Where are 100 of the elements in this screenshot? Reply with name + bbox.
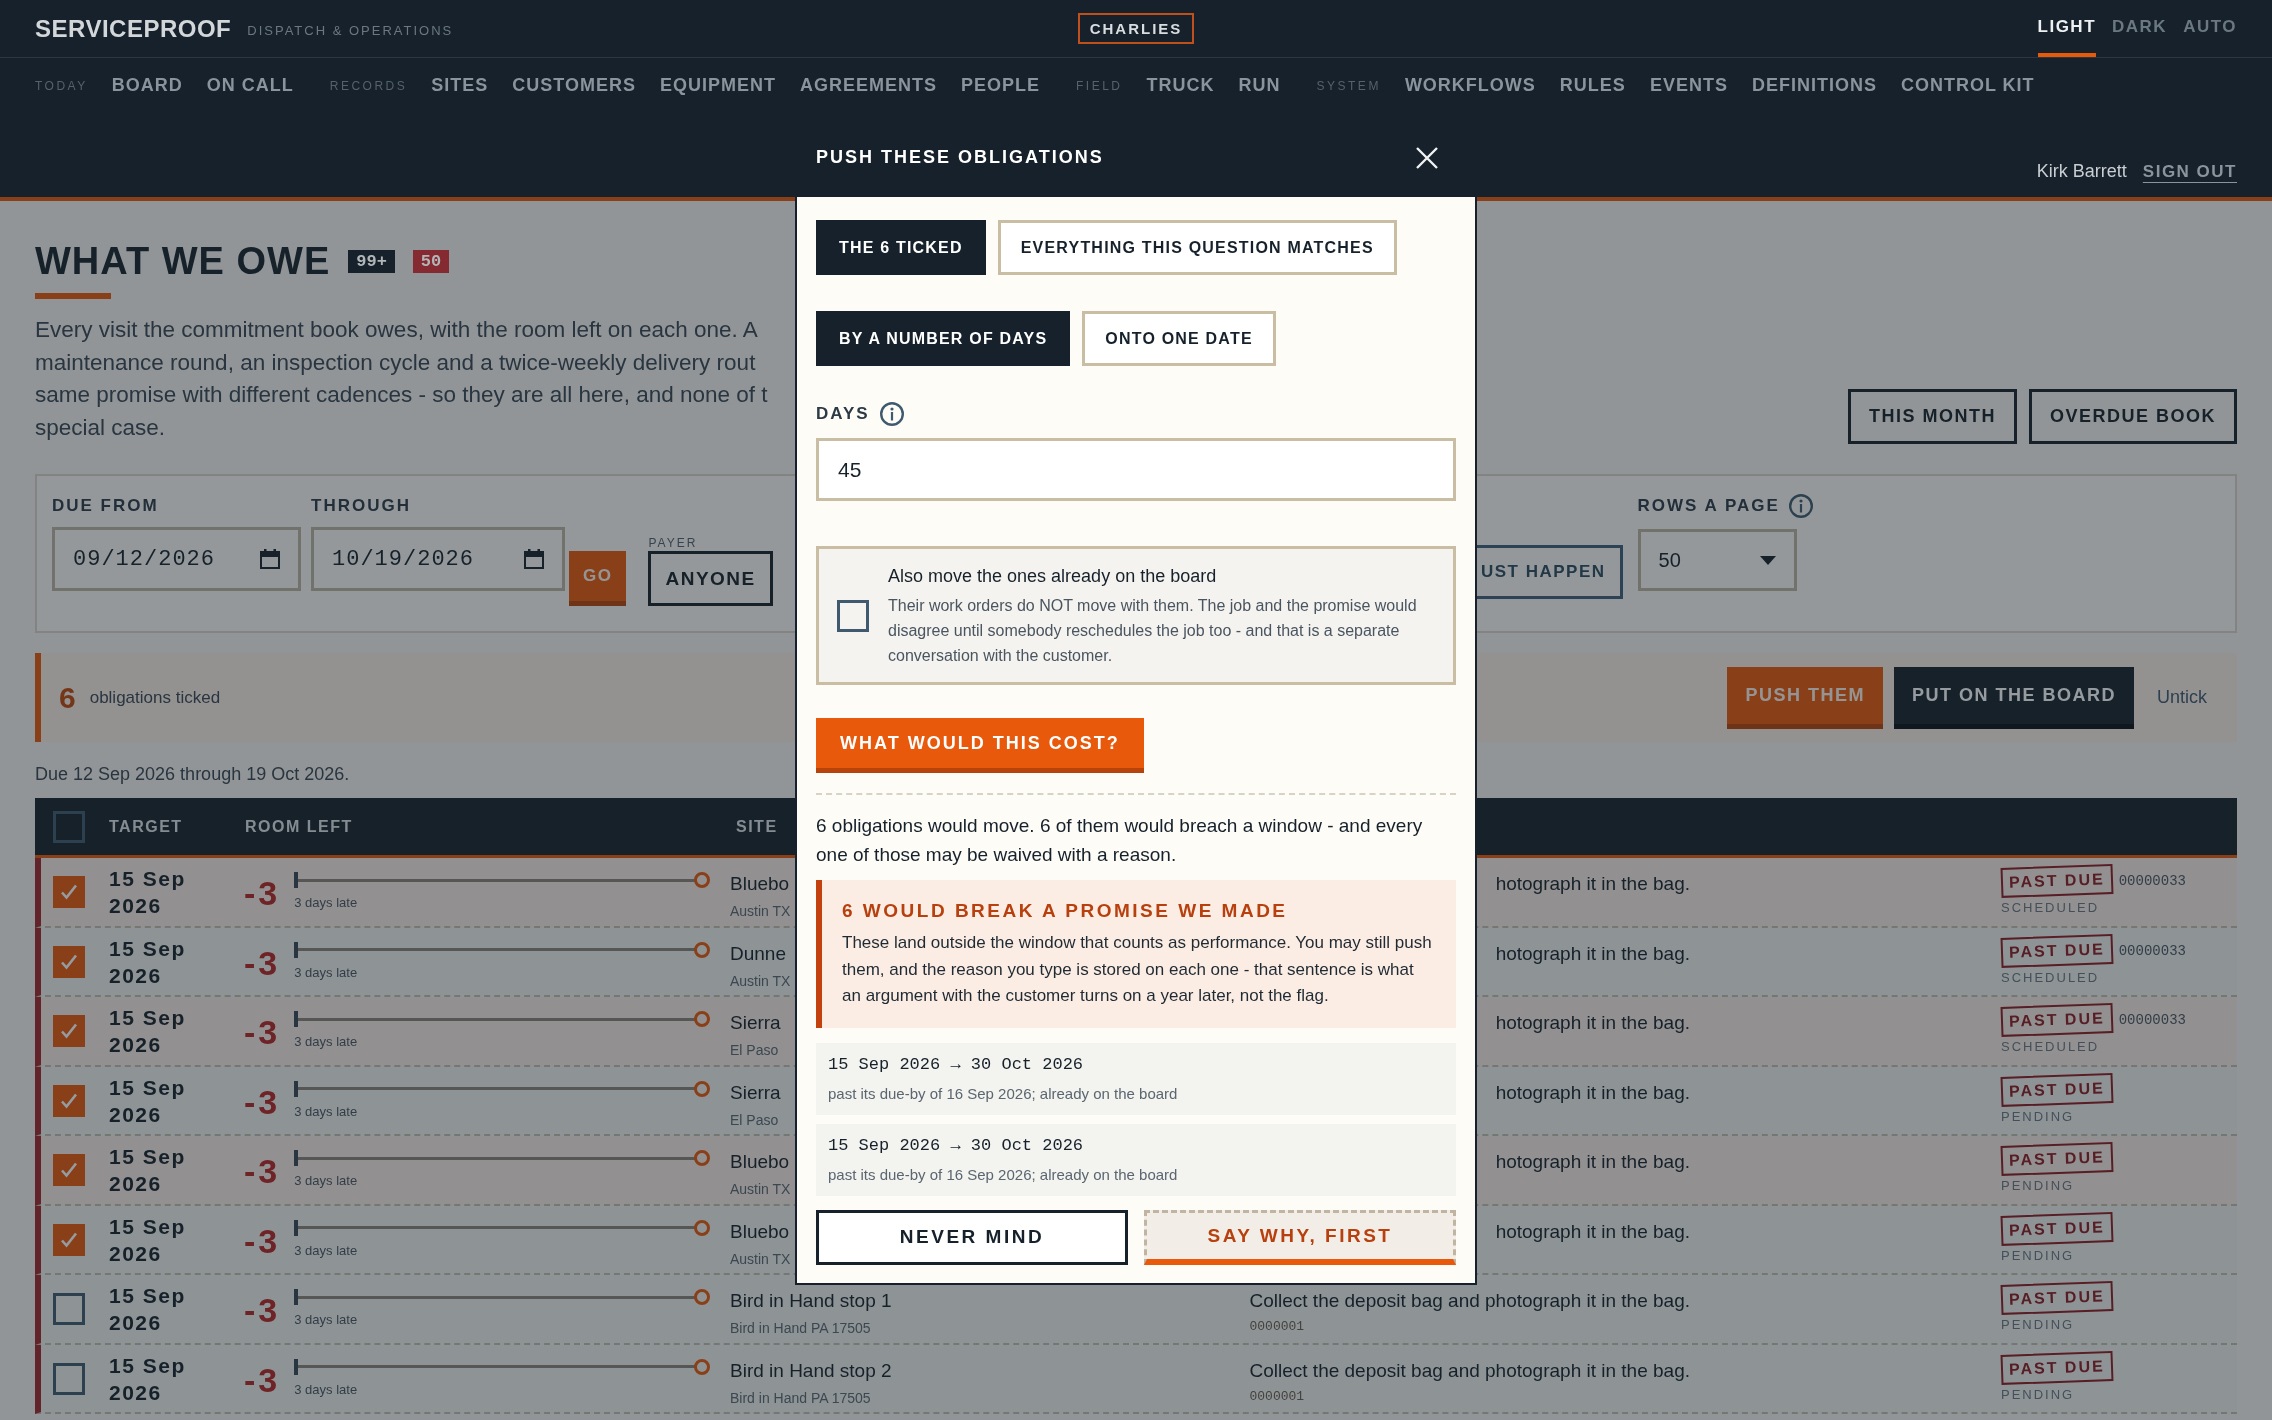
nav-link[interactable]: SITES bbox=[431, 75, 489, 96]
select-all-checkbox[interactable] bbox=[53, 810, 85, 843]
nav-link[interactable]: BOARD bbox=[111, 75, 183, 96]
ring-icon bbox=[694, 1289, 710, 1306]
site-name: Bird in Hand stop 2 bbox=[730, 1358, 892, 1383]
job-note: hotograph it in the bag. bbox=[1495, 941, 1690, 966]
cancel-button[interactable]: NEVER MIND bbox=[816, 1209, 1128, 1265]
room-left-value: -3 bbox=[244, 1290, 281, 1331]
tick-mark-icon bbox=[294, 872, 299, 889]
lateness-label: 3 days late bbox=[294, 1033, 358, 1052]
check-icon bbox=[60, 883, 78, 902]
cost-summary: 6 obligations would move. 6 of them would breach a window - and every one of those may be waived with a reason. bbox=[816, 814, 1424, 867]
untick-link[interactable]: Untick bbox=[2157, 687, 2207, 709]
site-location: Austin TX bbox=[730, 1249, 791, 1268]
mode-option[interactable]: BY A NUMBER OF DAYS bbox=[816, 311, 1071, 366]
move-reason: past its due-by of 16 Sep 2026; already on the board bbox=[828, 1164, 1178, 1185]
status-label: SCHEDULED bbox=[2001, 969, 2100, 986]
warning-text: These land outside the window that counts as performance. You may still push them, and the reason you type is stored on each one - that sentence is what an argument with the customer turns on a year later, not the flag. bbox=[842, 932, 1433, 1007]
also-move-checkbox[interactable] bbox=[837, 599, 869, 632]
room-left-value: -3 bbox=[244, 1012, 281, 1053]
room-left-value: -3 bbox=[244, 873, 281, 914]
job-number: 00000033 bbox=[2118, 1012, 2186, 1029]
lateness-label: 3 days late bbox=[294, 1241, 358, 1260]
nav-section-label: TODAY bbox=[35, 78, 88, 93]
calendar-icon[interactable] bbox=[524, 549, 544, 570]
nav-link[interactable]: EQUIPMENT bbox=[659, 75, 776, 96]
site-name: Sierra bbox=[730, 1011, 781, 1036]
nav-link[interactable]: DEFINITIONS bbox=[1751, 75, 1877, 96]
nav-link[interactable]: CUSTOMERS bbox=[512, 75, 636, 96]
ring-icon bbox=[694, 1011, 710, 1028]
nav-link[interactable]: RUN bbox=[1238, 75, 1281, 96]
info-icon[interactable] bbox=[879, 402, 904, 426]
payer-button[interactable]: ANYONE bbox=[648, 551, 773, 607]
status-stamp: PAST DUE bbox=[2000, 1281, 2114, 1316]
scope-option[interactable]: EVERYTHING THIS QUESTION MATCHES bbox=[997, 220, 1397, 275]
row-checkbox[interactable] bbox=[53, 1084, 85, 1117]
nav-link[interactable]: TRUCK bbox=[1146, 75, 1215, 96]
tick-mark-icon bbox=[294, 1219, 299, 1236]
sign-out-link[interactable]: SIGN OUT bbox=[2142, 162, 2237, 182]
confirm-button[interactable]: SAY WHY, FIRST bbox=[1144, 1209, 1456, 1265]
cost-button[interactable]: WHAT WOULD THIS COST? bbox=[816, 718, 1144, 773]
tick-mark-icon bbox=[294, 1080, 299, 1097]
days-input[interactable]: 45 bbox=[816, 438, 1456, 501]
ticked-label: obligations ticked bbox=[89, 687, 221, 708]
nav-link[interactable]: AGREEMENTS bbox=[799, 75, 937, 96]
option-hint: Their work orders do NOT move with them. The job and the promise would disagree until somebody reschedules the job too - and that is a separate conversation with the customer. bbox=[888, 596, 1418, 666]
row-checkbox[interactable] bbox=[53, 945, 85, 978]
scope-option[interactable]: THE 6 TICKED bbox=[816, 220, 986, 275]
target-date: 15 Sep 2026 bbox=[109, 1144, 187, 1198]
nav-link[interactable]: WORKFLOWS bbox=[1404, 75, 1536, 96]
row-checkbox[interactable] bbox=[53, 876, 85, 909]
row-checkbox[interactable] bbox=[53, 1015, 85, 1048]
close-icon[interactable] bbox=[1416, 146, 1438, 169]
nav-link[interactable]: RULES bbox=[1559, 75, 1626, 96]
column-header[interactable]: TARGET bbox=[109, 817, 183, 836]
field-label: DUE FROM bbox=[52, 495, 159, 518]
nav-section-label: FIELD bbox=[1076, 78, 1123, 93]
column-header[interactable]: ROOM LEFT bbox=[245, 817, 353, 836]
date-input[interactable]: 09/12/2026 bbox=[52, 527, 301, 592]
status-label: PENDING bbox=[2001, 1108, 2075, 1125]
calendar-icon[interactable] bbox=[260, 549, 280, 570]
view-button[interactable]: OVERDUE BOOK bbox=[2028, 389, 2237, 445]
nav-link[interactable]: PEOPLE bbox=[961, 75, 1040, 96]
view-button[interactable]: THIS MONTH bbox=[1847, 389, 2017, 445]
job-note: Collect the deposit bag and photograph it in the bag. bbox=[1249, 1289, 1690, 1314]
site-name: Dunne bbox=[730, 941, 786, 966]
nav-link[interactable]: ON CALL bbox=[206, 75, 294, 96]
status-label: PENDING bbox=[2001, 1247, 2075, 1264]
theme-option[interactable]: AUTO bbox=[2183, 0, 2237, 57]
note-reference: 0000001 bbox=[1249, 1318, 1305, 1337]
site-name: Bluebo bbox=[730, 1219, 790, 1244]
ring-icon bbox=[694, 1219, 710, 1236]
status-stamp: PAST DUE bbox=[2000, 1142, 2114, 1177]
field-label: PAYER bbox=[648, 535, 698, 552]
rows-select[interactable]: 50 bbox=[1637, 529, 1797, 592]
info-icon[interactable] bbox=[1788, 494, 1813, 519]
nav-link[interactable]: CONTROL KIT bbox=[1900, 75, 2035, 96]
nav-link[interactable]: EVENTS bbox=[1649, 75, 1728, 96]
row-checkbox[interactable] bbox=[53, 1154, 85, 1187]
site-name: Bird in Hand stop 1 bbox=[730, 1289, 892, 1314]
target-date: 15 Sep 2026 bbox=[109, 935, 187, 989]
nav-section-label: SYSTEM bbox=[1316, 78, 1381, 93]
dialog-title: PUSH THESE OBLIGATIONS bbox=[816, 147, 1104, 168]
row-checkbox[interactable] bbox=[53, 1362, 85, 1395]
target-date: 15 Sep 2026 bbox=[109, 1213, 187, 1267]
date-input[interactable]: 10/19/2026 bbox=[311, 527, 565, 592]
warning-title: 6 WOULD BREAK A PROMISE WE MADE bbox=[842, 899, 1288, 923]
row-checkbox[interactable] bbox=[53, 1223, 85, 1256]
status-stamp: PAST DUE bbox=[2000, 1211, 2114, 1246]
page-title: WHAT WE OWE bbox=[35, 239, 331, 284]
job-note: hotograph it in the bag. bbox=[1495, 872, 1690, 897]
theme-option[interactable]: LIGHT bbox=[2037, 0, 2097, 57]
move-dates: 15 Sep 2026 → 30 Oct 2026 bbox=[828, 1053, 1084, 1076]
mode-option[interactable]: ONTO ONE DATE bbox=[1082, 311, 1276, 366]
row-checkbox[interactable] bbox=[53, 1293, 85, 1326]
room-left-value: -3 bbox=[244, 1359, 281, 1400]
column-header[interactable]: SITE bbox=[736, 817, 778, 836]
bulk-action-button[interactable]: PUT ON THE BOARD bbox=[1894, 666, 2134, 729]
theme-option[interactable]: DARK bbox=[2112, 0, 2168, 57]
brand-name[interactable]: SERVICEPROOF bbox=[35, 14, 232, 43]
